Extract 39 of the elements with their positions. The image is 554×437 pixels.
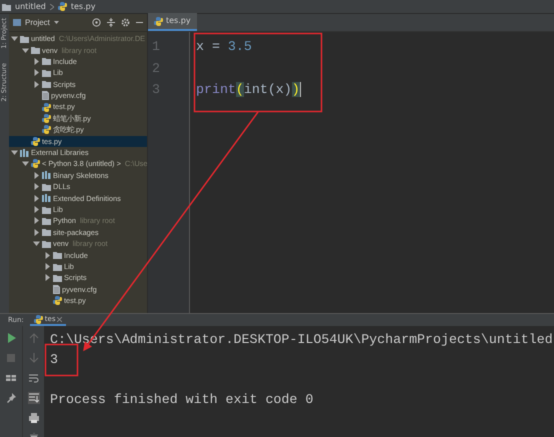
- library-icon: [42, 171, 51, 180]
- python-file-icon: [42, 114, 51, 123]
- chevron-icon: [50, 4, 54, 10]
- python-file-icon: [58, 2, 67, 11]
- layout-icon[interactable]: [6, 373, 16, 383]
- pin-icon[interactable]: [6, 393, 16, 403]
- folder-icon: [2, 2, 11, 10]
- console-line: Process finished with exit code 0: [50, 391, 314, 409]
- python-file-icon: [42, 102, 51, 112]
- python-file-icon: [31, 159, 40, 168]
- text-caret: [300, 82, 302, 97]
- python-file-icon: [34, 314, 43, 324]
- console-line: 3: [50, 351, 58, 369]
- settings-icon[interactable]: [121, 18, 130, 27]
- library-icon: [20, 148, 29, 157]
- print-icon[interactable]: [28, 413, 38, 423]
- scroll-to-end-icon[interactable]: [28, 393, 38, 403]
- file-breadcrumb[interactable]: tes.py: [70, 0, 96, 12]
- file-icon: [53, 284, 60, 294]
- project-breadcrumb[interactable]: untitled: [15, 0, 46, 12]
- close-icon[interactable]: [57, 316, 62, 322]
- python-file-icon: [42, 125, 51, 134]
- editor-tab[interactable]: tes.py: [148, 13, 197, 31]
- file-icon: [42, 91, 49, 100]
- project-icon: [13, 19, 21, 26]
- code-line: x = 3.5: [196, 39, 252, 54]
- expanded-arrow-icon[interactable]: [33, 240, 40, 248]
- python-file-icon: [154, 16, 163, 26]
- python-file-icon: [53, 296, 62, 306]
- locate-icon[interactable]: [92, 18, 101, 27]
- collapse-icon[interactable]: [107, 18, 115, 27]
- python-file-icon: [31, 136, 40, 146]
- code-line: print(int(x)): [196, 82, 300, 97]
- folder-icon: [42, 182, 51, 191]
- run-icon[interactable]: [6, 333, 16, 343]
- library-icon: [42, 194, 51, 202]
- project-view-dropdown[interactable]: Project: [13, 16, 59, 28]
- caret-icon: [54, 21, 59, 24]
- soft-wrap-icon[interactable]: [28, 373, 38, 383]
